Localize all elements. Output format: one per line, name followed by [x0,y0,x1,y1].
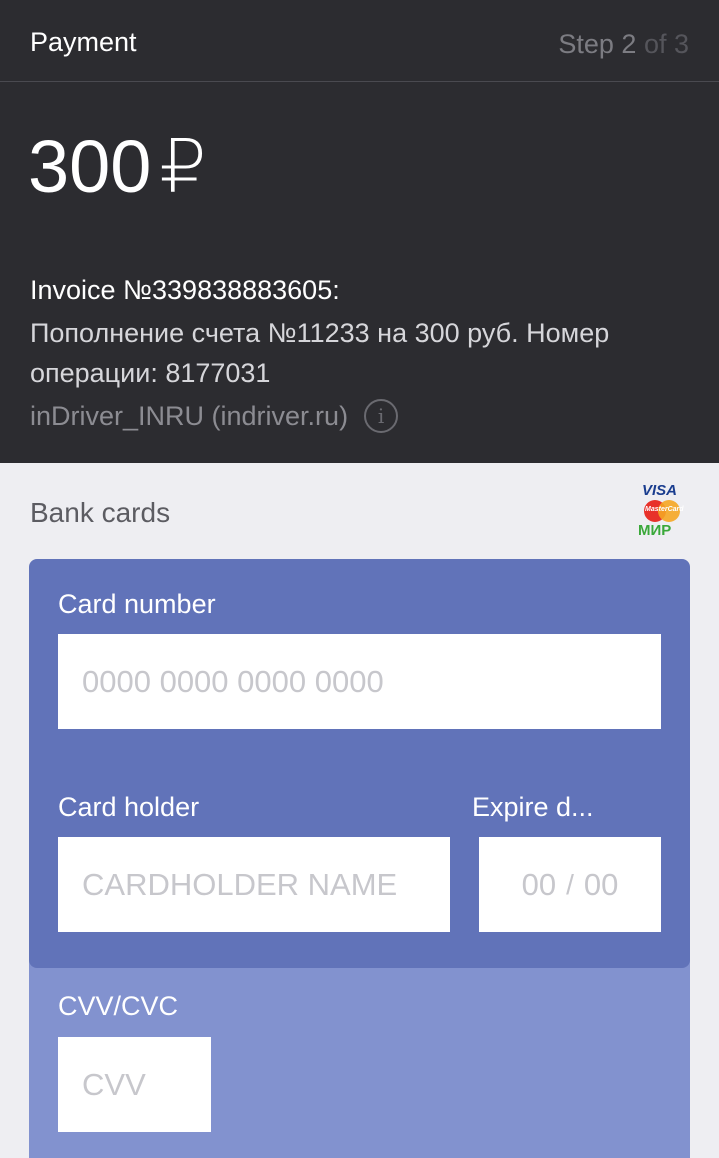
cvv-label: CVV/CVC [58,991,179,1021]
bank-cards-label: Bank cards [30,497,171,528]
payment-amount: 300 ₽ [28,124,207,210]
cvv-input[interactable] [58,1037,211,1132]
expire-month: 00 [521,866,557,902]
payment-page: Payment Step 2 of 3 300 ₽ Invoice №339838… [0,0,719,1158]
visa-logo: VISA [642,482,678,499]
payment-summary: 300 ₽ Invoice №339838883605: Пополнение с… [0,82,719,463]
mastercard-logo: MasterCard [644,500,684,522]
info-icon[interactable]: i [364,399,399,433]
step-current: Step 2 [558,29,637,59]
merchant-row: inDriver_INRU (indriver.ru) i [30,399,399,433]
mir-logo: МИР [638,522,672,539]
header-bar: Payment Step 2 of 3 [0,0,719,82]
invoice-title: Invoice №339838883605: [30,275,340,305]
card-holder-input[interactable] [58,837,450,932]
amount-value: 300 [28,125,152,208]
expire-separator: / [566,868,574,900]
expire-date-label: Expire d... [472,792,594,822]
step-total: of 3 [643,29,689,59]
expire-date-input[interactable]: 00 / 00 [479,837,661,932]
expire-year: 00 [583,866,619,902]
card-number-label: Card number [58,589,216,619]
card-brands-logo: VISA MasterCard МИР [636,482,690,540]
step-indicator: Step 2 of 3 [558,29,689,60]
card-number-input[interactable] [58,634,661,729]
invoice-description: Пополнение счета №11233 на 300 руб. Номе… [30,318,610,388]
card-holder-label: Card holder [58,792,200,822]
mastercard-text: MasterCard [645,506,684,513]
merchant-name: inDriver_INRU (indriver.ru) [30,400,349,431]
page-title: Payment [30,27,137,57]
currency-symbol: ₽ [159,125,207,208]
